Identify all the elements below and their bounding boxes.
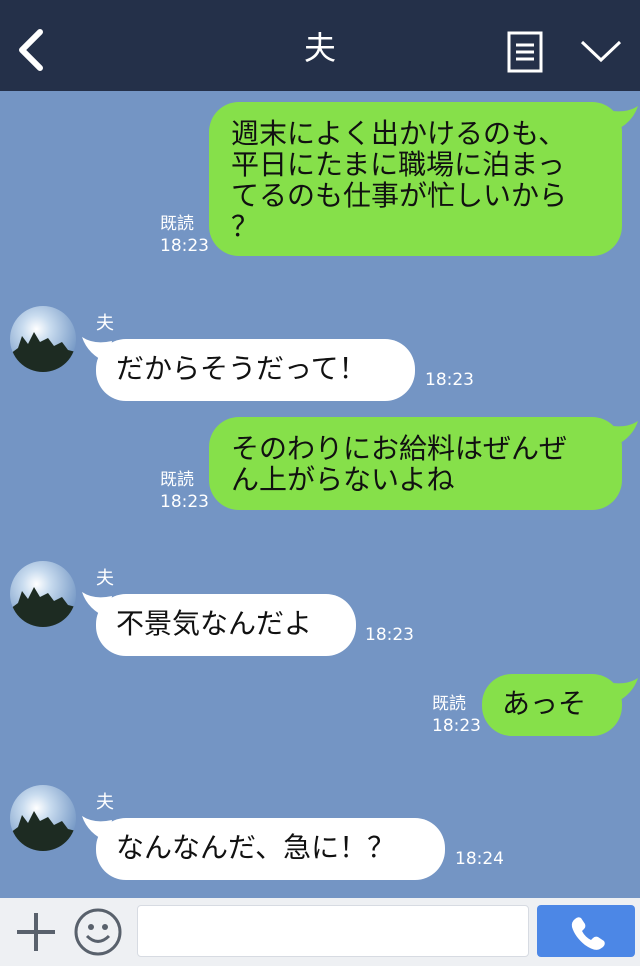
message-bubble[interactable]: 不景気なんだよ bbox=[96, 594, 356, 656]
message-time: 18:24 bbox=[455, 849, 504, 869]
bubble-tail bbox=[606, 106, 638, 132]
message-text: あっそ bbox=[502, 687, 587, 720]
message-bubble[interactable]: なんなんだ、急に！？ bbox=[96, 818, 445, 880]
plus-icon[interactable] bbox=[14, 910, 58, 954]
avatar[interactable] bbox=[10, 306, 76, 372]
sender-name: 夫 bbox=[96, 568, 114, 589]
message-time: 18:23 bbox=[425, 370, 474, 390]
bubble-tail bbox=[606, 421, 638, 447]
call-button[interactable] bbox=[537, 905, 635, 957]
chat-header: 夫 bbox=[0, 0, 640, 91]
message-text: なんなんだ、急に！？ bbox=[116, 831, 396, 864]
smiley-icon[interactable] bbox=[73, 907, 123, 957]
input-bar bbox=[0, 898, 640, 966]
chat-title: 夫 bbox=[303, 29, 336, 67]
message-text: だからそうだって！ bbox=[116, 352, 367, 385]
message-text: 週末によく出かけるのも、 平日にたまに職場に泊まっ てるのも仕事が忙しいから ？ bbox=[231, 117, 568, 243]
chat-area[interactable]: 既読 18:23 週末によく出かけるのも、 平日にたまに職場に泊まっ てるのも仕事… bbox=[0, 91, 640, 898]
message-bubble[interactable]: あっそ bbox=[482, 674, 622, 736]
message-text: 不景気なんだよ bbox=[116, 607, 313, 640]
read-receipt: 既読 18:23 bbox=[160, 214, 209, 256]
sender-name: 夫 bbox=[96, 792, 114, 813]
read-receipt: 既読 18:23 bbox=[160, 470, 209, 512]
menu-list-icon[interactable] bbox=[507, 31, 543, 73]
sender-name: 夫 bbox=[96, 313, 114, 334]
read-receipt: 既読 18:23 bbox=[432, 694, 481, 736]
message-input[interactable] bbox=[137, 905, 529, 957]
message-text: そのわりにお給料はぜんぜ ん上がらないよね bbox=[231, 432, 568, 496]
bubble-tail bbox=[606, 678, 638, 704]
message-bubble[interactable]: だからそうだって！ bbox=[96, 339, 415, 401]
avatar[interactable] bbox=[10, 785, 76, 851]
phone-icon bbox=[571, 917, 605, 950]
message-bubble[interactable]: 週末によく出かけるのも、 平日にたまに職場に泊まっ てるのも仕事が忙しいから ？ bbox=[209, 102, 622, 256]
avatar[interactable] bbox=[10, 561, 76, 627]
message-time: 18:23 bbox=[365, 625, 414, 645]
message-bubble[interactable]: そのわりにお給料はぜんぜ ん上がらないよね bbox=[209, 417, 622, 510]
chevron-down-icon[interactable] bbox=[578, 36, 624, 66]
